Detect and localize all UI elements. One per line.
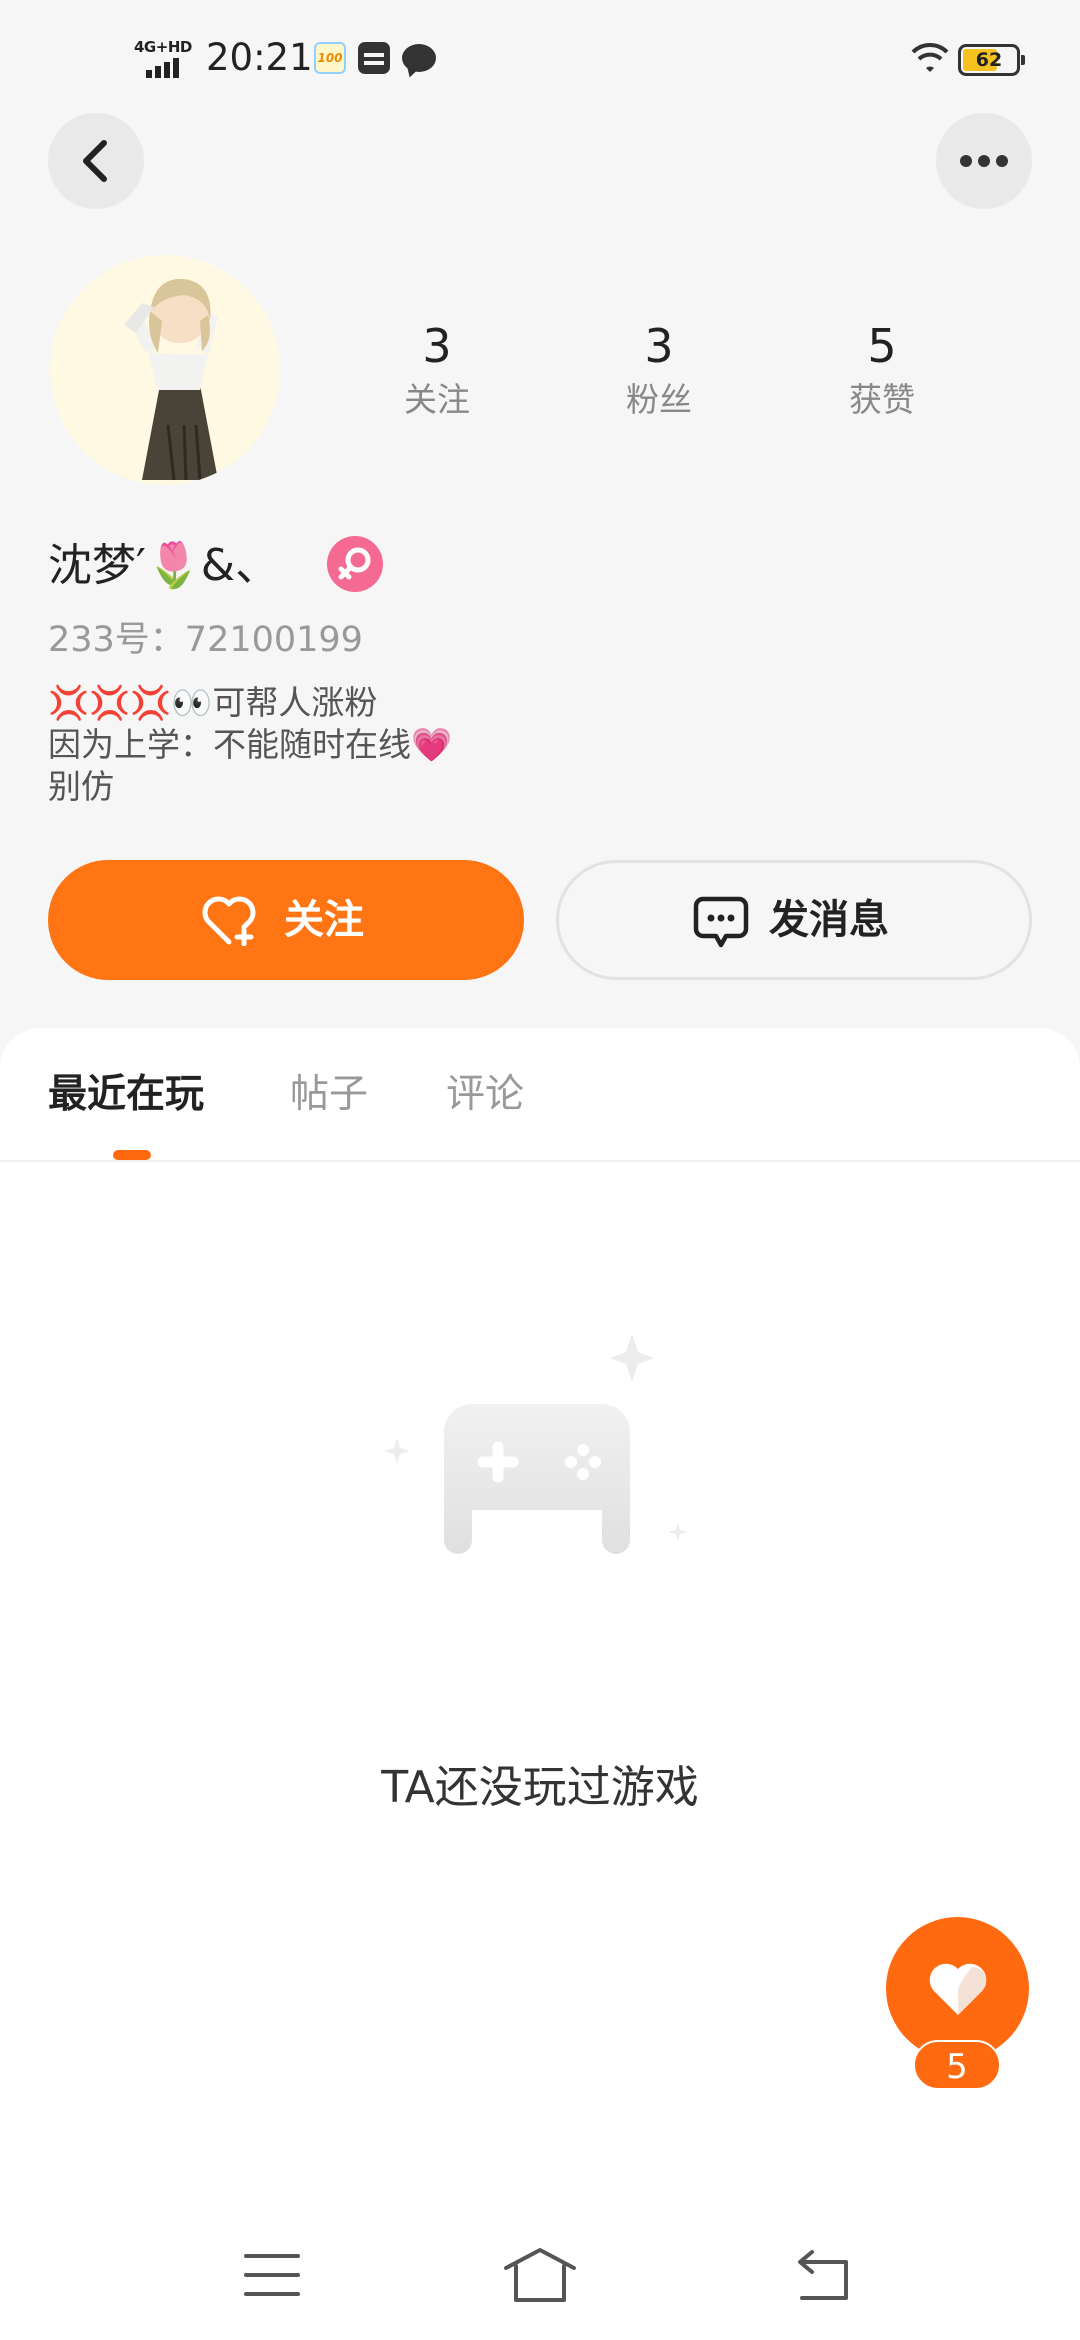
followers-count: 3 xyxy=(644,319,674,373)
like-count-badge: 5 xyxy=(913,2040,1001,2090)
user-id: 233号：72100199 xyxy=(48,620,363,660)
bio-line: 因为上学：不能随时在线💗 xyxy=(48,725,453,764)
back-nav-icon[interactable] xyxy=(784,2240,864,2310)
home-icon[interactable] xyxy=(500,2240,580,2310)
score-app-icon: 100 xyxy=(314,42,346,74)
wallet-icon xyxy=(358,42,390,74)
active-tab-indicator xyxy=(113,1150,151,1160)
wifi-icon xyxy=(911,42,949,72)
following-stat[interactable]: 3 关注 xyxy=(357,318,517,424)
more-horizontal-icon xyxy=(960,155,1008,167)
content-panel xyxy=(0,1028,1080,2340)
send-message-label: 发消息 xyxy=(769,897,889,943)
heart-plus-icon xyxy=(202,896,256,946)
tab-divider xyxy=(0,1160,1080,1162)
bio-line: 别仿 xyxy=(48,767,114,806)
status-time: 20:21 xyxy=(206,36,313,79)
follow-button[interactable]: 关注 xyxy=(48,860,524,980)
nickname: 沈梦′🌷&、 xyxy=(48,540,280,591)
likes-count: 5 xyxy=(867,319,897,373)
send-message-button[interactable]: 发消息 xyxy=(556,860,1032,980)
follow-label: 关注 xyxy=(284,897,364,943)
gamepad-icon xyxy=(384,1334,688,1554)
female-gender-icon xyxy=(327,536,383,592)
followers-stat[interactable]: 3 粉丝 xyxy=(579,318,739,424)
like-button[interactable] xyxy=(886,1917,1029,2060)
heart-icon xyxy=(929,1963,987,2015)
back-button[interactable] xyxy=(48,113,144,209)
tab-posts[interactable]: 帖子 xyxy=(290,1064,368,1126)
menu-icon[interactable] xyxy=(232,2240,312,2310)
chevron-left-icon xyxy=(83,140,107,182)
empty-state-text: TA还没玩过游戏 xyxy=(381,1762,699,1813)
likes-label: 获赞 xyxy=(849,380,915,419)
avatar-illustration xyxy=(50,255,280,485)
avatar[interactable] xyxy=(50,255,280,485)
battery-icon: 62 xyxy=(958,44,1025,76)
battery-level: 62 xyxy=(975,49,1003,71)
chat-bubble-icon xyxy=(693,896,749,948)
tab-recently-played[interactable]: 最近在玩 xyxy=(48,1064,204,1126)
following-label: 关注 xyxy=(404,380,470,419)
cellular-signal-icon: 4G+HD xyxy=(134,38,200,78)
bio-line: 💢💢💢👀可帮人涨粉 xyxy=(48,683,378,722)
more-button[interactable] xyxy=(936,113,1032,209)
following-count: 3 xyxy=(422,319,452,373)
followers-label: 粉丝 xyxy=(626,380,692,419)
network-type-label: 4G+HD xyxy=(134,38,192,56)
message-icon xyxy=(402,44,436,72)
likes-stat[interactable]: 5 获赞 xyxy=(802,318,962,424)
status-bar: 4G+HD 20:21 100 62 xyxy=(0,0,1080,120)
bio: 💢💢💢👀可帮人涨粉 因为上学：不能随时在线💗 别仿 xyxy=(48,682,452,808)
tab-comments[interactable]: 评论 xyxy=(446,1064,524,1126)
system-nav-bar xyxy=(0,2200,1080,2340)
